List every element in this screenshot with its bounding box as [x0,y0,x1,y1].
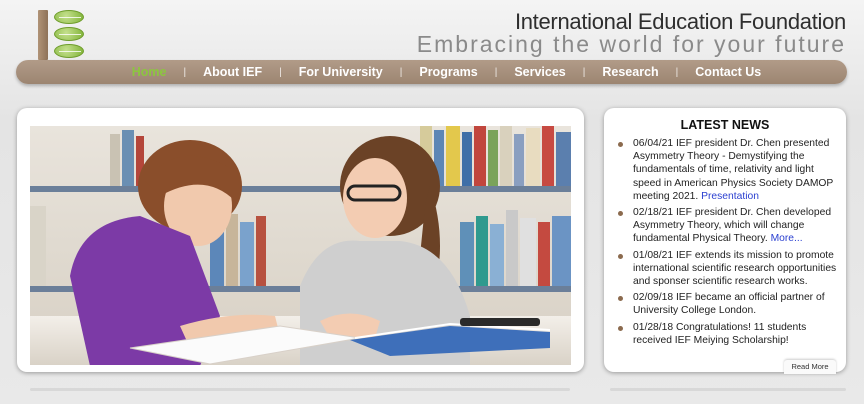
leaf-icon [54,27,84,41]
hero-photo-students-studying [30,126,571,365]
hero-panel [17,108,584,372]
news-link-more[interactable]: More... [771,233,803,244]
leaf-icon [54,44,84,58]
nav-separator: | [183,66,187,78]
nav-separator: | [399,66,403,78]
news-item: 02/09/18 IEF became an official partner … [618,291,838,317]
news-title: LATEST NEWS [680,118,770,132]
news-list: 06/04/21 IEF president Dr. Chen presente… [618,137,838,350]
leaf-icon [54,10,84,24]
nav-separator: | [582,66,586,78]
divider [30,388,570,391]
tagline: Embracing the world for your future [416,31,846,57]
nav-separator: | [494,66,498,78]
divider [610,388,846,391]
main-nav: Home | About IEF | For University | Prog… [16,60,847,84]
news-item: 01/08/21 IEF extends its mission to prom… [618,249,838,289]
nav-contact[interactable]: Contact Us [682,65,774,79]
nav-separator: | [279,66,282,78]
read-more-button[interactable]: Read More [784,360,836,374]
logo[interactable] [34,8,90,62]
nav-research[interactable]: Research [589,65,671,79]
nav-for-university[interactable]: For University [286,65,396,79]
latest-news-panel: LATEST NEWS 06/04/21 IEF president Dr. C… [604,108,846,374]
nav-about[interactable]: About IEF [190,65,275,79]
news-link-presentation[interactable]: Presentation [701,191,759,202]
nav-separator: | [675,66,679,78]
nav-services[interactable]: Services [501,65,578,79]
hero-photo-illustration [30,126,571,365]
news-item: 01/28/18 Congratulations! 11 students re… [618,321,838,347]
news-item: 02/18/21 IEF president Dr. Chen develope… [618,206,838,246]
logo-letter-bar [38,10,48,60]
nav-home[interactable]: Home [119,65,180,79]
nav-programs[interactable]: Programs [406,65,490,79]
news-text: 01/08/21 IEF extends its mission to prom… [633,249,837,288]
news-text: 02/09/18 IEF became an official partner … [633,292,825,317]
news-text: 01/28/18 Congratulations! 11 students re… [633,321,807,346]
news-item: 06/04/21 IEF president Dr. Chen presente… [618,137,838,203]
